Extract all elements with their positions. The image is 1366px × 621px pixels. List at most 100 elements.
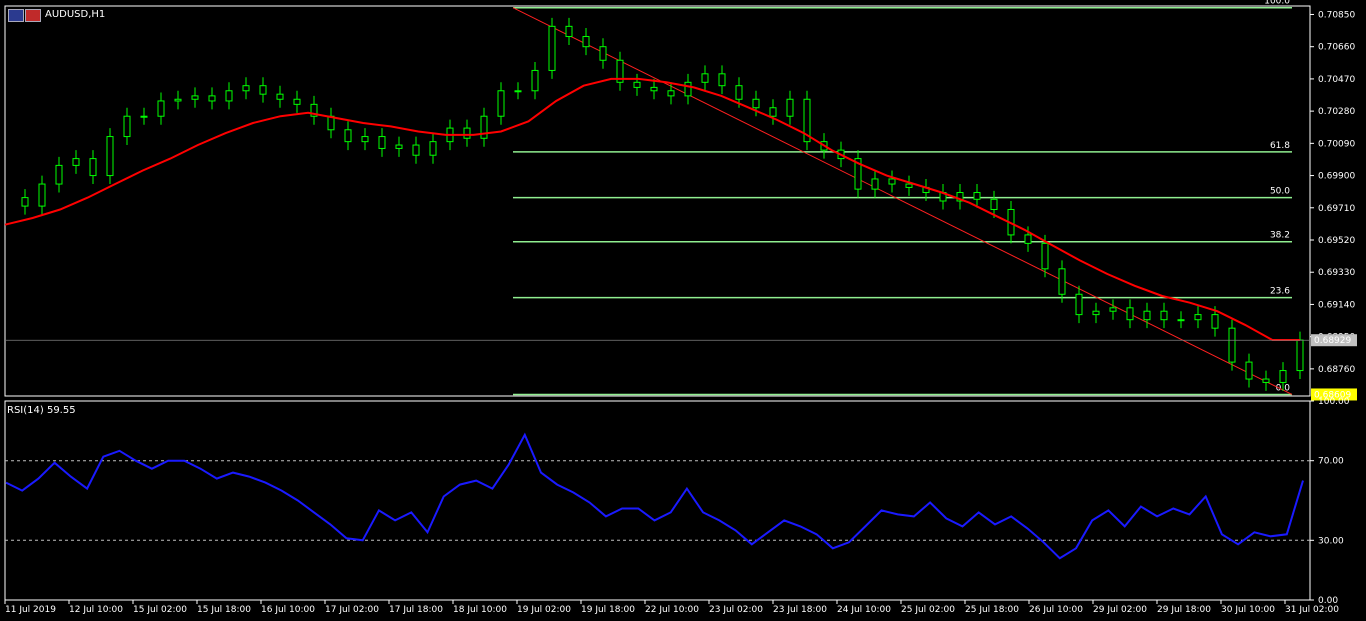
candle-body	[72, 158, 80, 166]
candle-body	[1126, 307, 1134, 321]
candle-body	[531, 69, 539, 92]
candle-body	[191, 95, 199, 100]
price-axis-label: 0.70850	[1318, 10, 1355, 20]
candle-body	[497, 90, 505, 117]
candle-body	[973, 192, 981, 200]
candle-body	[905, 183, 913, 188]
price-axis-label: 0.70470	[1318, 75, 1355, 85]
time-axis-label: 22 Jul 10:00	[645, 605, 699, 615]
time-axis-label: 12 Jul 10:00	[69, 605, 123, 615]
rsi-axis-label: 30.00	[1318, 536, 1344, 546]
rsi-line	[5, 432, 1304, 560]
candle-body	[1279, 370, 1287, 383]
candle-body	[667, 90, 675, 97]
price-axis-label: 0.70660	[1318, 43, 1355, 53]
fib-level-label: 23.6	[1270, 287, 1290, 297]
candle-body	[412, 144, 420, 156]
candle-body	[514, 90, 522, 93]
candle-body	[582, 36, 590, 48]
price-axis-label: 0.69900	[1318, 172, 1355, 182]
time-axis-label: 25 Jul 18:00	[965, 605, 1019, 615]
candle-body	[259, 85, 267, 95]
candle-body	[1194, 314, 1202, 321]
fib-level-label: 100.0	[1264, 0, 1290, 7]
candle-body	[650, 86, 658, 92]
candle-body	[378, 136, 386, 149]
price-chart[interactable]: 0.70850 0.70660 0.70470 0.70280 0.70090 0.699…	[0, 0, 1366, 621]
candle-body	[786, 98, 794, 117]
candle-body	[1075, 293, 1083, 316]
candle-body	[242, 85, 250, 92]
time-axis-label: 17 Jul 18:00	[389, 605, 443, 615]
candle-body	[769, 107, 777, 117]
candle-body	[752, 98, 760, 109]
candle-body	[208, 95, 216, 102]
candle-body	[55, 164, 63, 185]
candle-body	[1058, 268, 1066, 295]
fib-trendline[interactable]	[512, 7, 1293, 395]
candle-body	[1041, 242, 1049, 270]
candle-body	[565, 25, 573, 38]
time-axis-label: 16 Jul 10:00	[261, 605, 315, 615]
time-axis-label: 11 Jul 2019	[5, 605, 56, 615]
candle-body	[429, 141, 437, 156]
candle-body	[599, 46, 607, 61]
fib-level-label: 61.8	[1270, 141, 1290, 151]
time-axis-label: 31 Jul 02:00	[1285, 605, 1339, 615]
time-axis-label: 24 Jul 10:00	[837, 605, 891, 615]
candle-body	[1245, 361, 1253, 380]
moving-average-line	[4, 77, 1300, 341]
candle-body	[1211, 314, 1219, 329]
time-axis-label: 30 Jul 10:00	[1221, 605, 1275, 615]
time-axis-label: 15 Jul 18:00	[197, 605, 251, 615]
candle-body	[684, 81, 692, 97]
candle-body	[701, 73, 709, 83]
time-axis-label: 25 Jul 02:00	[901, 605, 955, 615]
time-axis-label: 29 Jul 18:00	[1157, 605, 1211, 615]
candle-body	[1160, 310, 1168, 321]
price-axis-label: 0.70280	[1318, 107, 1355, 117]
candle-body	[174, 98, 182, 102]
time-axis-label: 23 Jul 02:00	[709, 605, 763, 615]
candle-body	[293, 98, 301, 105]
candle-body	[140, 115, 148, 118]
fib-level-label: 38.2	[1270, 231, 1290, 241]
price-axis-label: 0.69710	[1318, 204, 1355, 214]
candle-body	[21, 197, 29, 207]
rsi-axis-label: 100.00	[1318, 397, 1350, 407]
candle-body	[157, 100, 165, 117]
candle-body	[1228, 327, 1236, 363]
candle-body	[548, 25, 556, 71]
candle-body	[1024, 234, 1032, 244]
candle-body	[361, 136, 369, 143]
candle-body	[123, 115, 131, 138]
candle-body	[633, 81, 641, 88]
candle-body	[344, 129, 352, 143]
candle-body	[1109, 307, 1117, 312]
candle-body	[1177, 319, 1185, 322]
candle-body	[38, 183, 46, 207]
candle-body	[1262, 378, 1270, 383]
candle-body	[1296, 339, 1304, 372]
candle-body	[225, 90, 233, 102]
candle-body	[718, 73, 726, 87]
time-axis-label: 19 Jul 02:00	[517, 605, 571, 615]
candle-body	[463, 127, 471, 139]
price-axis-label: 0.69140	[1318, 300, 1355, 310]
candle-body	[1092, 310, 1100, 316]
candle-body	[106, 136, 114, 177]
time-axis-label: 23 Jul 18:00	[773, 605, 827, 615]
candle-body	[480, 115, 488, 139]
price-axis-label: 0.68760	[1318, 365, 1355, 375]
price-axis-label: 0.69330	[1318, 268, 1355, 278]
rsi-panel-border	[4, 400, 1311, 601]
candle-body	[1143, 310, 1151, 321]
time-axis-label: 29 Jul 02:00	[1093, 605, 1147, 615]
time-axis-label: 15 Jul 02:00	[133, 605, 187, 615]
candle-body	[395, 144, 403, 149]
candle-body	[276, 93, 284, 100]
candle-body	[89, 158, 97, 177]
current-price-label: 0.68929	[1314, 336, 1351, 346]
time-axis-label: 19 Jul 18:00	[581, 605, 635, 615]
time-axis-label: 26 Jul 10:00	[1029, 605, 1083, 615]
